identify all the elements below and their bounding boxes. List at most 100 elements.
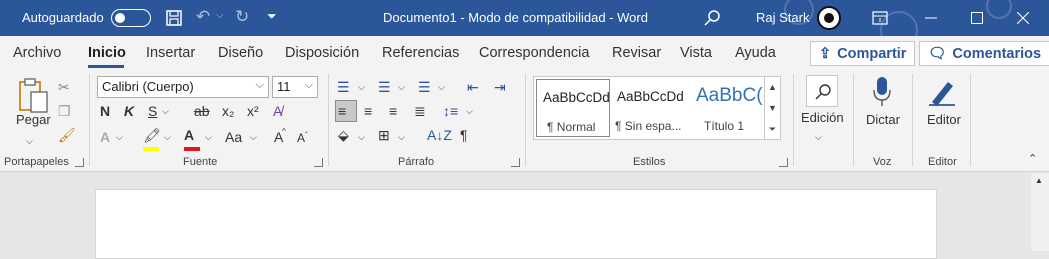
shading-dropdown-icon[interactable]: ⌵ (358, 126, 365, 148)
italic-button[interactable]: K (124, 100, 134, 122)
highlight-dropdown-icon[interactable]: ⌵ (164, 126, 171, 148)
customize-toolbar-icon[interactable]: ⏷ (267, 9, 277, 24)
vertical-scrollbar[interactable]: ▲ (1031, 173, 1049, 251)
borders-icon[interactable]: ⊞ (378, 124, 390, 146)
collapse-ribbon-icon[interactable]: ⌃ (1028, 148, 1037, 170)
styles-scroll-down-icon[interactable]: ▼ (764, 98, 780, 119)
shrink-font-button[interactable]: A (297, 127, 305, 149)
bullets-icon[interactable]: ☰ (337, 76, 350, 98)
strikethrough-button[interactable]: ab (194, 100, 210, 122)
increase-indent-icon[interactable]: ⇥ (494, 76, 506, 98)
tab-referencias[interactable]: Referencias (382, 45, 459, 61)
font-name-combo[interactable]: Calibri (Cuerpo) ⌵ (97, 76, 269, 98)
justify-icon[interactable]: ≣ (414, 100, 426, 122)
comments-button[interactable]: 🗨 Comentarios (919, 41, 1049, 66)
clear-formatting-icon[interactable]: A̸ (273, 100, 282, 122)
undo-icon[interactable]: ↶ (196, 7, 210, 27)
bold-button[interactable]: N (100, 100, 110, 122)
format-painter-icon[interactable]: 🖌 (58, 124, 76, 146)
align-left-button[interactable]: ≡ (335, 100, 357, 122)
editing-button[interactable] (806, 75, 838, 107)
style-no-spacing[interactable]: AaBbCcDd ¶ Sin espa... (612, 79, 688, 137)
highlight-icon[interactable]: 🖍 (143, 124, 161, 146)
subscript-button[interactable]: x₂ (222, 100, 234, 122)
autosave-toggle[interactable] (111, 9, 151, 27)
minimize-icon (925, 17, 937, 19)
tab-revisar[interactable]: Revisar (612, 45, 661, 61)
show-formatting-icon[interactable]: ¶ (460, 124, 468, 146)
search-icon[interactable] (703, 9, 721, 27)
styles-launcher-icon[interactable] (779, 158, 788, 167)
text-effects-dropdown-icon[interactable]: ⌵ (116, 126, 123, 148)
style-name: ¶ Sin espa... (615, 119, 682, 133)
paragraph-launcher-icon[interactable] (511, 158, 520, 167)
font-launcher-icon[interactable] (314, 158, 323, 167)
microphone-icon[interactable] (872, 76, 892, 108)
decrease-indent-icon[interactable]: ⇤ (467, 76, 479, 98)
comment-icon: 🗨 (928, 46, 947, 62)
copy-icon[interactable]: ❐ (58, 100, 71, 122)
tab-archivo[interactable]: Archivo (13, 45, 61, 61)
sort-icon[interactable]: A↓Z (427, 124, 452, 146)
tab-insertar[interactable]: Insertar (146, 45, 195, 61)
numbering-icon[interactable]: ☰ (378, 76, 391, 98)
editor-icon[interactable] (926, 76, 958, 108)
tab-disposicion[interactable]: Disposición (285, 45, 359, 61)
underline-button[interactable]: S (148, 100, 157, 122)
maximize-button[interactable] (954, 0, 1000, 36)
multilevel-dropdown-icon[interactable]: ⌵ (438, 76, 445, 98)
document-page[interactable] (95, 189, 937, 259)
tab-correspondencia[interactable]: Correspondencia (479, 45, 589, 61)
style-preview: AaBbCcDd (617, 89, 684, 104)
clipboard-launcher-icon[interactable] (75, 158, 84, 167)
underline-dropdown-icon[interactable]: ⌵ (162, 100, 169, 122)
paragraph-group-label: Párrafo (398, 156, 435, 168)
font-color-icon[interactable]: A (184, 124, 194, 146)
multilevel-list-icon[interactable]: ☰ (418, 76, 431, 98)
minimize-button[interactable] (908, 0, 954, 36)
cut-icon[interactable]: ✂ (58, 76, 70, 98)
paste-dropdown-icon[interactable]: ⌵ (26, 130, 33, 152)
clipboard-group-label: Portapapeles (4, 156, 69, 168)
separator (793, 74, 794, 166)
line-spacing-icon[interactable]: ↕≡ (443, 100, 458, 122)
paste-icon[interactable] (17, 76, 51, 114)
borders-dropdown-icon[interactable]: ⌵ (398, 126, 405, 148)
styles-scroll-up-icon[interactable]: ▲ (764, 77, 780, 98)
tab-ayuda[interactable]: Ayuda (735, 45, 776, 61)
tab-vista[interactable]: Vista (680, 45, 712, 61)
close-button[interactable] (1000, 0, 1046, 36)
superscript-button[interactable]: x² (247, 100, 259, 122)
avatar[interactable] (817, 6, 841, 30)
change-case-button[interactable]: Aa (225, 126, 242, 148)
line-spacing-dropdown-icon[interactable]: ⌵ (466, 100, 473, 122)
shrink-font-icon: ˇ (305, 131, 308, 140)
redo-icon[interactable]: ↻ (235, 7, 249, 27)
align-right-icon[interactable]: ≡ (389, 100, 397, 122)
undo-dropdown-icon[interactable]: ⌵ (216, 10, 224, 21)
ribbon-display-button[interactable] (857, 0, 903, 36)
editing-label[interactable]: Edición (801, 110, 844, 125)
align-center-icon[interactable]: ≡ (364, 100, 372, 122)
change-case-dropdown-icon[interactable]: ⌵ (250, 126, 257, 148)
bullets-dropdown-icon[interactable]: ⌵ (358, 76, 365, 98)
font-size-combo[interactable]: 11 ⌵ (272, 76, 318, 98)
share-button[interactable]: ⇪ Compartir (810, 41, 916, 66)
numbering-dropdown-icon[interactable]: ⌵ (398, 76, 405, 98)
text-effects-icon[interactable]: A (100, 126, 110, 148)
font-color-dropdown-icon[interactable]: ⌵ (205, 126, 212, 148)
ribbon: Pegar ⌵ ✂ ❐ 🖌 Portapapeles Calibri (Cuer… (0, 70, 1049, 172)
tab-inicio[interactable]: Inicio (88, 45, 126, 61)
save-icon[interactable] (165, 9, 183, 27)
editor-label[interactable]: Editor (927, 112, 961, 127)
tab-diseno[interactable]: Diseño (218, 45, 263, 61)
style-normal[interactable]: AaBbCcDd ¶ Normal (536, 79, 610, 137)
scroll-up-icon[interactable]: ▲ (1035, 170, 1043, 192)
dictate-label[interactable]: Dictar (866, 112, 900, 127)
paste-label[interactable]: Pegar (16, 112, 51, 127)
style-heading-1[interactable]: AaBbC( Título 1 (690, 79, 764, 137)
editing-dropdown-icon[interactable]: ⌵ (815, 126, 822, 148)
shading-icon[interactable]: ⬙ (338, 124, 349, 146)
user-name[interactable]: Raj Stark (756, 10, 809, 25)
styles-more-icon[interactable]: ⏷ (764, 119, 780, 140)
